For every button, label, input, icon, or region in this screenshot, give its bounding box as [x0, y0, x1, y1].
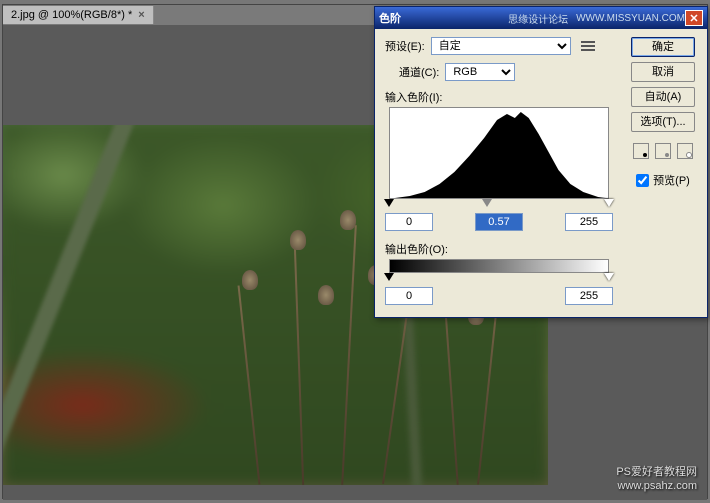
black-eyedropper-icon[interactable] — [633, 143, 649, 159]
preview-checkbox[interactable] — [636, 174, 649, 187]
dialog-subtitle: 思缘设计论坛 — [508, 11, 568, 26]
preset-menu-icon[interactable] — [581, 41, 595, 51]
preset-select[interactable]: 自定 — [431, 37, 571, 55]
watermark-url: www.psahz.com — [616, 480, 697, 492]
eyedropper-group — [633, 143, 693, 159]
gamma-handle[interactable] — [482, 199, 492, 207]
dialog-titlebar[interactable]: 色阶 思缘设计论坛 WWW.MISSYUAN.COM ✕ — [375, 7, 707, 29]
dialog-site: WWW.MISSYUAN.COM — [576, 13, 685, 24]
watermark-text: PS爱好者教程网 — [616, 466, 697, 478]
auto-button[interactable]: 自动(A) — [631, 87, 695, 107]
input-white-field[interactable] — [565, 213, 613, 231]
output-black-handle[interactable] — [384, 273, 394, 281]
preset-label: 预设(E): — [385, 38, 425, 54]
document-tab[interactable]: 2.jpg @ 100%(RGB/8*) * × — [3, 6, 154, 24]
gray-eyedropper-icon[interactable] — [655, 143, 671, 159]
preview-label: 预览(P) — [653, 172, 690, 188]
input-gamma-field[interactable] — [475, 213, 523, 231]
input-slider[interactable] — [389, 199, 609, 209]
output-white-field[interactable] — [565, 287, 613, 305]
dialog-title: 色阶 — [379, 10, 401, 26]
histogram-svg — [390, 106, 608, 198]
black-point-handle[interactable] — [384, 199, 394, 207]
white-point-handle[interactable] — [604, 199, 614, 207]
close-tab-icon[interactable]: × — [138, 9, 144, 21]
channel-select[interactable]: RGB — [445, 63, 515, 81]
output-white-handle[interactable] — [604, 273, 614, 281]
watermark: PS爱好者教程网 www.psahz.com — [616, 463, 697, 492]
channel-label: 通道(C): — [399, 64, 439, 80]
white-eyedropper-icon[interactable] — [677, 143, 693, 159]
input-levels-label: 输入色阶(I): — [385, 89, 621, 105]
output-levels-label: 输出色阶(O): — [385, 241, 621, 257]
close-icon[interactable]: ✕ — [685, 10, 703, 26]
document-tab-title: 2.jpg @ 100%(RGB/8*) * — [11, 9, 132, 21]
cancel-button[interactable]: 取消 — [631, 62, 695, 82]
ok-button[interactable]: 确定 — [631, 37, 695, 57]
input-black-field[interactable] — [385, 213, 433, 231]
output-gradient — [389, 259, 609, 273]
output-black-field[interactable] — [385, 287, 433, 305]
output-slider[interactable] — [389, 273, 609, 283]
histogram — [389, 107, 609, 199]
levels-dialog: 色阶 思缘设计论坛 WWW.MISSYUAN.COM ✕ 预设(E): 自定 通… — [374, 6, 708, 318]
options-button[interactable]: 选项(T)... — [631, 112, 695, 132]
